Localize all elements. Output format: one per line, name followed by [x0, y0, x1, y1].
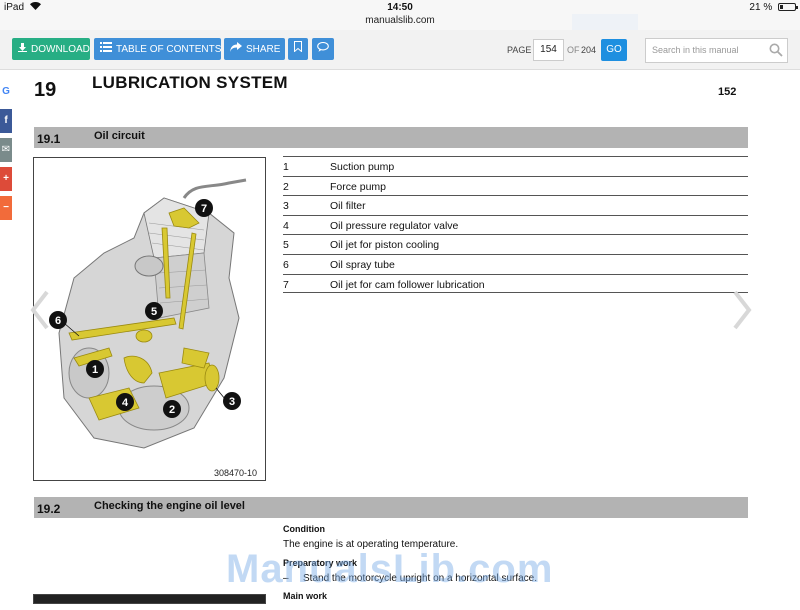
google-share-icon[interactable]: G: [0, 80, 12, 104]
search-placeholder: Search in this manual: [652, 45, 739, 55]
comment-button[interactable]: [312, 38, 334, 60]
download-icon: [18, 38, 27, 60]
svg-text:6: 6: [55, 315, 61, 327]
callout-6: 6: [49, 311, 67, 329]
page-number-input[interactable]: 154: [533, 39, 564, 61]
email-glyph: ✉: [1, 144, 11, 155]
section-number: 19.1: [37, 132, 61, 146]
part-name: Suction pump: [330, 161, 395, 173]
list-item: 4 Oil pressure regulator valve: [283, 214, 748, 235]
search-input[interactable]: Search in this manual: [645, 38, 788, 63]
facebook-share-icon[interactable]: f: [0, 109, 12, 133]
url-text[interactable]: manualslib.com: [365, 15, 434, 26]
list-item: 7 Oil jet for cam follower lubrication: [283, 273, 748, 294]
part-name: Force pump: [330, 180, 387, 193]
list-item: 5 Oil jet for piston cooling: [283, 234, 748, 254]
engine-oil-circuit-figure: 7 5 6 1 4 2 3 308470-10: [33, 157, 266, 481]
callout-4: 4: [116, 393, 134, 411]
part-number: 5: [283, 239, 289, 252]
more-glyph: −: [3, 202, 9, 213]
part-number: 4: [283, 219, 289, 232]
download-label: DOWNLOAD: [31, 44, 90, 55]
battery-percent: 21 %: [749, 2, 773, 13]
chapter-title: LUBRICATION SYSTEM: [92, 73, 288, 92]
svg-text:1: 1: [92, 364, 98, 376]
google-plus-share-icon[interactable]: +: [0, 167, 12, 191]
photo-thumbnail: [33, 594, 266, 604]
page-label: PAGE: [507, 45, 532, 55]
page-number: 152: [718, 86, 737, 98]
next-page-arrow-icon[interactable]: [731, 288, 753, 332]
google-plus-glyph: +: [3, 173, 9, 184]
part-number: 1: [283, 161, 289, 173]
table-of-contents-button[interactable]: TABLE OF CONTENTS: [94, 38, 221, 60]
share-label: SHARE: [246, 44, 281, 55]
watermark: ManualsLib.com: [226, 547, 554, 591]
status-right: 21 %: [749, 2, 798, 13]
comment-icon: [317, 41, 329, 54]
condition-heading: Condition: [283, 524, 325, 534]
bookmark-icon: [294, 41, 302, 54]
part-name: Oil pressure regulator valve: [330, 219, 459, 232]
go-button[interactable]: GO: [601, 39, 627, 61]
callout-3: 3: [223, 392, 241, 410]
part-name: Oil jet for piston cooling: [330, 239, 440, 252]
svg-text:4: 4: [122, 397, 129, 409]
search-icon[interactable]: [769, 43, 783, 57]
bookmark-button[interactable]: [288, 38, 308, 60]
part-name: Oil spray tube: [330, 258, 395, 271]
share-button[interactable]: SHARE: [224, 38, 285, 60]
figure-caption: 308470-10: [213, 468, 257, 478]
part-number: 3: [283, 200, 289, 213]
total-pages: 204: [581, 45, 597, 55]
toc-label: TABLE OF CONTENTS: [116, 44, 222, 55]
battery-icon: [778, 3, 798, 11]
part-number: 7: [283, 278, 289, 291]
chapter-number: 19: [34, 79, 57, 101]
engine-illustration: 7 5 6 1 4 2 3: [49, 178, 247, 449]
svg-text:5: 5: [151, 306, 157, 318]
section-header-engine-oil-level: 19.2 Checking the engine oil level: [34, 497, 748, 518]
list-item: 2 Force pump: [283, 175, 748, 196]
svg-text:3: 3: [229, 396, 235, 408]
part-name: Oil filter: [330, 200, 366, 213]
facebook-glyph: f: [4, 115, 8, 126]
callout-7: 7: [195, 199, 213, 217]
of-label: OF: [567, 45, 580, 55]
clock: 14:50: [387, 2, 413, 13]
previous-page-arrow-icon[interactable]: [29, 288, 51, 332]
list-item: 3 Oil filter: [283, 195, 748, 215]
manual-toolbar: DOWNLOAD TABLE OF CONTENTS SHARE PAGE 15…: [0, 30, 800, 70]
section-title: Checking the engine oil level: [94, 500, 245, 512]
share-arrow-icon: [230, 38, 242, 60]
download-button[interactable]: DOWNLOAD: [12, 38, 90, 60]
svg-text:7: 7: [201, 203, 207, 215]
email-share-icon[interactable]: ✉: [0, 138, 12, 162]
section-header-oil-circuit: 19.1 Oil circuit: [34, 127, 748, 148]
list-item: 1 Suction pump: [283, 156, 748, 176]
callout-1: 1: [86, 360, 104, 378]
callout-2: 2: [163, 400, 181, 418]
callout-5: 5: [145, 302, 163, 320]
list-item: 6 Oil spray tube: [283, 253, 748, 274]
svg-text:2: 2: [169, 404, 175, 416]
section-number: 19.2: [37, 502, 61, 516]
more-share-icon[interactable]: −: [0, 196, 12, 220]
part-number: 6: [283, 258, 289, 271]
url-bar[interactable]: manualslib.com: [0, 14, 800, 44]
list-icon: [100, 38, 112, 60]
parts-list: 1 Suction pump 2 Force pump 3 Oil filter 4 O…: [283, 156, 748, 294]
section-title: Oil circuit: [94, 130, 145, 142]
part-name: Oil jet for cam follower lubrication: [330, 278, 485, 291]
part-number: 2: [283, 180, 289, 193]
google-glyph: G: [2, 86, 10, 97]
